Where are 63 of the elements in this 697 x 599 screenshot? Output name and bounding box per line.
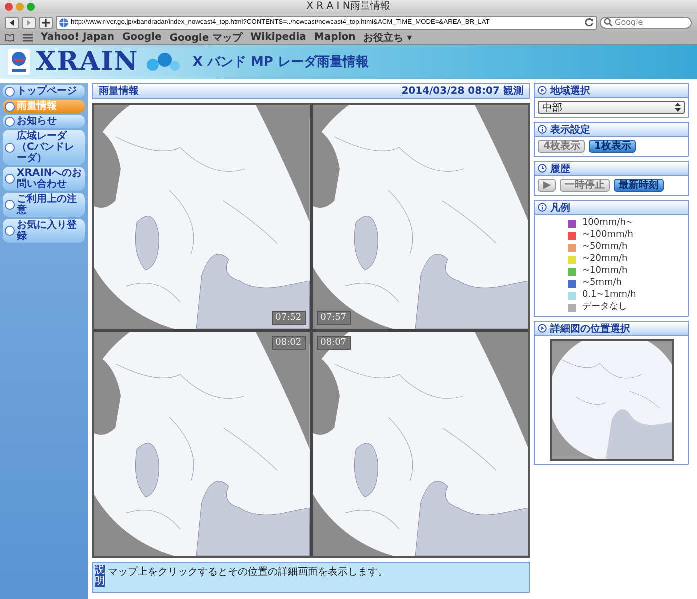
nav-item[interactable]: お知らせ <box>3 115 85 128</box>
info-icon <box>538 125 548 134</box>
zoom-button[interactable] <box>27 3 35 11</box>
back-arrow-icon <box>8 18 16 26</box>
bookmark-link[interactable]: Wikipedia <box>250 32 306 43</box>
nav-item[interactable]: 広域レーダ（Cバンドレーダ） <box>3 130 85 165</box>
nav-item[interactable]: ご利用上の注意 <box>3 193 85 217</box>
plus-icon <box>42 18 50 26</box>
close-button[interactable] <box>5 3 13 11</box>
map-drawing[interactable] <box>94 105 310 329</box>
panel-header: 詳細図の位置選択 <box>535 322 688 336</box>
nav-item[interactable]: XRAINへのお問い合わせ <box>3 167 85 191</box>
map-drawing[interactable] <box>312 332 528 556</box>
bookmark-link[interactable]: Mapion <box>314 32 356 43</box>
panel-header: 履歴 <box>535 162 688 176</box>
minimize-button[interactable] <box>16 3 24 11</box>
search-field[interactable]: Google <box>600 16 692 28</box>
legend-label: ~50mm/h <box>582 242 628 253</box>
clock-icon <box>538 164 548 173</box>
legend-label: 100mm/h~ <box>582 218 634 229</box>
region-dropdown[interactable]: 中部 <box>538 101 685 114</box>
panel-header: 雨量情報 2014/03/28 08:07 観測 <box>92 83 530 99</box>
time-label: 08:02 <box>272 336 306 350</box>
panel-header: 表示設定 <box>535 123 688 137</box>
logo-text: XRAIN <box>36 47 139 77</box>
emblem-icon <box>8 49 30 75</box>
banner-subtitle: X バンド MP レーダ雨量情報 <box>192 54 369 71</box>
time-label: 07:57 <box>316 311 351 325</box>
panel-button[interactable]: 最新時刻 <box>614 179 664 192</box>
legend-label: データなし <box>582 302 628 313</box>
bookmark-link[interactable]: Google <box>122 32 162 43</box>
panel-header: 地域選択 <box>535 84 688 98</box>
time-label: 08:07 <box>316 336 351 350</box>
search-icon <box>604 18 613 27</box>
globe-icon <box>59 18 69 28</box>
info-icon <box>538 203 548 212</box>
raindrops-icon <box>144 51 181 73</box>
grid-icon[interactable] <box>23 34 33 42</box>
description-text: マップ上をクリックするとその位置の詳細画面を表示します。 <box>108 566 388 579</box>
reading-list-icon[interactable] <box>5 34 15 42</box>
bookmark-link[interactable]: Yahoo! Japan <box>41 32 114 43</box>
description-tag: 説明 <box>94 565 105 587</box>
map-drawing[interactable] <box>94 332 310 556</box>
legend-label: ~5mm/h <box>582 278 622 289</box>
panel-button[interactable]: 1枚表示 <box>589 140 636 153</box>
bookmark-link[interactable]: お役立ち ▾ <box>364 30 412 44</box>
nav-item[interactable]: トップページ <box>3 85 85 98</box>
panel-header: 凡例 <box>535 201 688 215</box>
window-title: X R A I N雨量情報 <box>306 0 392 14</box>
map-drawing[interactable] <box>312 105 528 329</box>
legend-label: 0.1~1mm/h <box>582 290 636 301</box>
forward-arrow-icon <box>25 18 33 26</box>
legend-label: ~10mm/h <box>582 266 628 277</box>
overview-map-drawing[interactable] <box>550 339 674 461</box>
back-button[interactable] <box>5 16 19 28</box>
nav-item[interactable]: お気に入り登録 <box>3 219 85 243</box>
bookmark-link[interactable]: Google マップ <box>170 30 243 44</box>
add-button[interactable] <box>39 16 53 28</box>
dropdown-arrows-icon <box>675 103 681 112</box>
legend-label: ~100mm/h <box>582 230 634 241</box>
legend-label: ~20mm/h <box>582 254 628 265</box>
reload-icon[interactable] <box>585 18 594 27</box>
time-label: 07:52 <box>272 311 306 325</box>
